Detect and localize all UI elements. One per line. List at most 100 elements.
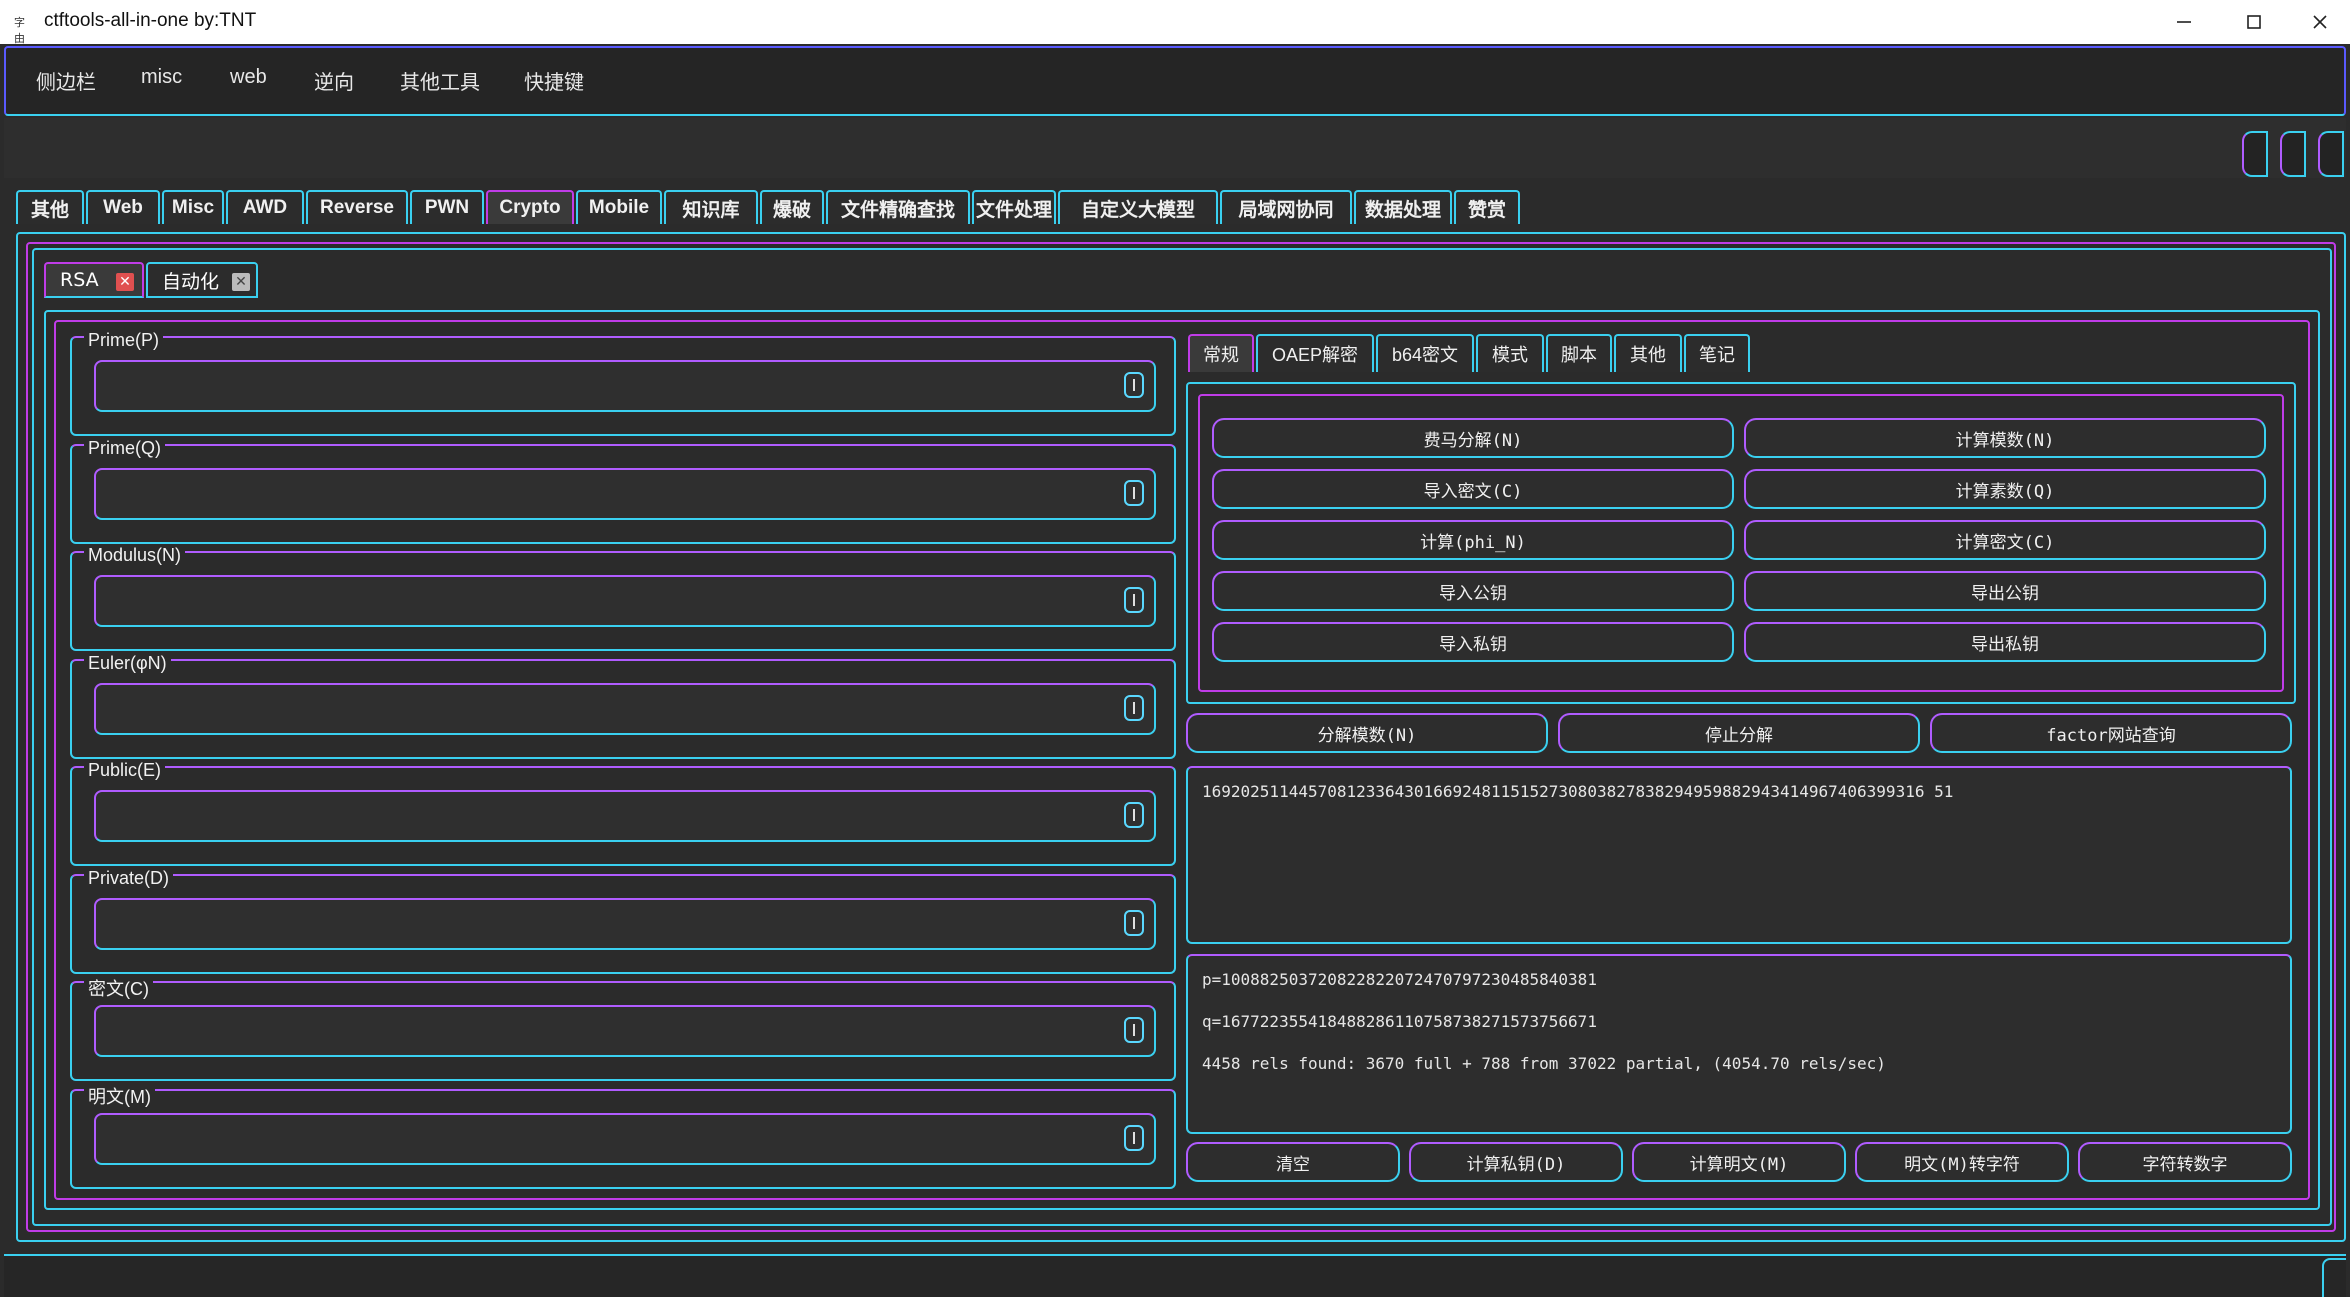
field-label-7: 明文(M) <box>84 1082 155 1109</box>
maximize-button[interactable] <box>2220 0 2288 44</box>
general-button-3-1[interactable]: 导出公钥 <box>1744 571 2266 611</box>
field-group-7: 明文(M) <box>70 1082 1176 1189</box>
top-tab-2[interactable]: Misc <box>162 190 224 224</box>
close-button[interactable] <box>2290 0 2350 44</box>
field-group-4: Public(E) <box>70 760 1176 866</box>
field-group-1: Prime(Q) <box>70 437 1176 544</box>
top-tab-4[interactable]: Reverse <box>306 190 408 224</box>
field-group-2: Modulus(N) <box>70 545 1176 651</box>
top-tab-13[interactable]: 局域网协同 <box>1220 190 1352 224</box>
text-cursor-icon[interactable] <box>1124 694 1144 721</box>
menu-sidebar[interactable]: 侧边栏 <box>36 66 96 95</box>
text-cursor-icon[interactable] <box>1124 802 1144 828</box>
field-label-0: Prime(P) <box>84 330 163 351</box>
text-cursor-icon[interactable] <box>1124 1124 1144 1151</box>
field-input-5[interactable] <box>94 897 1156 950</box>
close-tab-rsa-icon[interactable]: ✕ <box>116 273 134 291</box>
bottom-button-3[interactable]: 明文(M)转字符 <box>1855 1142 2069 1182</box>
minimize-button[interactable] <box>2150 0 2218 44</box>
top-tab-15[interactable]: 赞赏 <box>1454 190 1520 224</box>
top-tab-9[interactable]: 爆破 <box>760 190 824 224</box>
factor-button-0[interactable]: 分解模数(N) <box>1186 713 1548 753</box>
field-input-1[interactable] <box>94 467 1156 520</box>
tab-automation[interactable]: 自动化 ✕ <box>146 262 258 298</box>
close-tab-automation-icon[interactable]: ✕ <box>232 273 250 291</box>
general-button-3-0[interactable]: 导入公钥 <box>1212 571 1734 611</box>
top-tab-10[interactable]: 文件精确查找 <box>826 190 970 224</box>
bottom-button-1[interactable]: 计算私钥(D) <box>1409 1142 1623 1182</box>
general-button-2-0[interactable]: 计算(phi_N) <box>1212 520 1734 560</box>
result-line-p: p=10088250372082282207247079723048584038… <box>1202 970 1597 989</box>
text-cursor-icon[interactable] <box>1124 1017 1144 1043</box>
right-tab-6[interactable]: 笔记 <box>1684 334 1750 372</box>
close-icon <box>2313 15 2327 29</box>
right-tab-0[interactable]: 常规 <box>1188 334 1254 372</box>
modulus-output[interactable]: 1692025114457081233643016692481151527308… <box>1186 766 2292 944</box>
field-input-2[interactable] <box>94 575 1156 627</box>
menu-shortcuts[interactable]: 快捷键 <box>524 66 584 95</box>
menu-reverse[interactable]: 逆向 <box>314 66 354 95</box>
bottom-button-0[interactable]: 清空 <box>1186 1142 1400 1182</box>
top-tab-8[interactable]: 知识库 <box>664 190 758 224</box>
title-bar: 字由 ctftools-all-in-one by:TNT <box>0 0 2350 45</box>
field-label-5: Private(D) <box>84 867 174 889</box>
window-title: ctftools-all-in-one by:TNT <box>44 10 257 31</box>
field-group-0: Prime(P) <box>70 330 1176 436</box>
field-input-4[interactable] <box>94 790 1156 842</box>
field-label-2: Modulus(N) <box>84 545 186 566</box>
top-tab-14[interactable]: 数据处理 <box>1354 190 1452 224</box>
menu-web[interactable]: web <box>230 66 267 89</box>
general-button-1-1[interactable]: 计算素数(Q) <box>1744 469 2266 509</box>
result-output[interactable]: p=10088250372082282207247079723048584038… <box>1186 954 2292 1134</box>
right-tab-4[interactable]: 脚本 <box>1546 334 1612 372</box>
menu-other-tools[interactable]: 其他工具 <box>400 66 480 95</box>
toolbar-button-2[interactable] <box>2280 131 2306 177</box>
general-button-1-0[interactable]: 导入密文(C) <box>1212 469 1734 509</box>
status-bar-button[interactable] <box>2322 1258 2346 1297</box>
text-cursor-icon[interactable] <box>1124 587 1144 613</box>
right-tab-2[interactable]: b64密文 <box>1376 334 1474 372</box>
text-cursor-icon[interactable] <box>1124 479 1144 506</box>
toolbar-button-1[interactable] <box>2242 131 2268 177</box>
field-input-7[interactable] <box>94 1112 1156 1165</box>
general-button-2-1[interactable]: 计算密文(C) <box>1744 520 2266 560</box>
toolbar-button-3[interactable] <box>2318 131 2344 177</box>
text-cursor-icon[interactable] <box>1124 372 1144 398</box>
minimize-icon <box>2177 21 2191 23</box>
field-input-0[interactable] <box>94 360 1156 412</box>
field-label-6: 密文(C) <box>84 975 153 1001</box>
field-label-4: Public(E) <box>84 760 166 781</box>
top-tab-0[interactable]: 其他 <box>16 190 84 224</box>
right-tab-5[interactable]: 其他 <box>1614 334 1682 372</box>
top-tab-1[interactable]: Web <box>86 190 160 224</box>
top-tab-5[interactable]: PWN <box>410 190 484 224</box>
bottom-button-4[interactable]: 字符转数字 <box>2078 1142 2292 1182</box>
general-button-0-0[interactable]: 费马分解(N) <box>1212 418 1734 458</box>
right-tab-3[interactable]: 模式 <box>1476 334 1544 372</box>
field-label-1: Prime(Q) <box>84 437 165 459</box>
top-tab-12[interactable]: 自定义大模型 <box>1058 190 1218 224</box>
result-line-q: q=16772235541848828611075873827157375667… <box>1202 1012 1597 1031</box>
top-tab-7[interactable]: Mobile <box>576 190 662 224</box>
maximize-icon <box>2247 15 2261 29</box>
right-tab-1[interactable]: OAEP解密 <box>1256 334 1374 372</box>
general-button-0-1[interactable]: 计算模数(N) <box>1744 418 2266 458</box>
tab-rsa-label: RSA <box>60 269 99 291</box>
factor-button-1[interactable]: 停止分解 <box>1558 713 1920 753</box>
field-group-6: 密文(C) <box>70 975 1176 1081</box>
modulus-output-text: 1692025114457081233643016692481151527308… <box>1202 782 1954 801</box>
top-tab-11[interactable]: 文件处理 <box>972 190 1056 224</box>
field-input-6[interactable] <box>94 1005 1156 1057</box>
tab-rsa[interactable]: RSA ✕ <box>44 262 144 298</box>
general-button-4-1[interactable]: 导出私钥 <box>1744 622 2266 662</box>
menu-misc[interactable]: misc <box>141 66 182 89</box>
field-input-3[interactable] <box>94 682 1156 735</box>
bottom-button-2[interactable]: 计算明文(M) <box>1632 1142 1846 1182</box>
result-line-stats: 4458 rels found: 3670 full + 788 from 37… <box>1202 1054 1886 1073</box>
top-tab-3[interactable]: AWD <box>226 190 304 224</box>
factor-button-2[interactable]: factor网站查询 <box>1930 713 2292 753</box>
top-tab-6[interactable]: Crypto <box>486 190 574 224</box>
menu-bar <box>4 46 2346 116</box>
text-cursor-icon[interactable] <box>1124 909 1144 936</box>
general-button-4-0[interactable]: 导入私钥 <box>1212 622 1734 662</box>
